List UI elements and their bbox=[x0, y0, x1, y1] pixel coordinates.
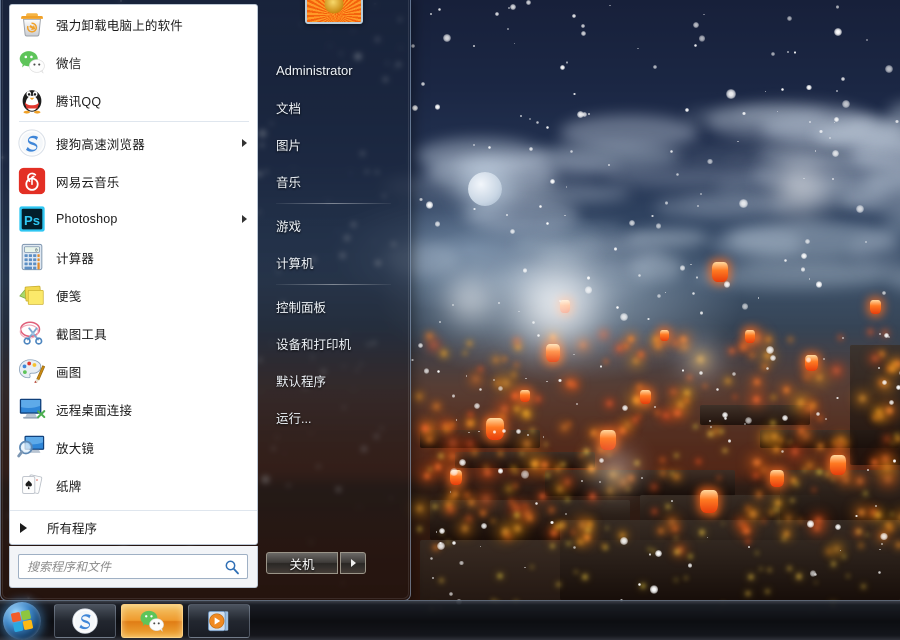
right-menu-separator bbox=[276, 284, 391, 285]
sogou-browser-icon bbox=[71, 607, 99, 635]
svg-text:Ps: Ps bbox=[24, 213, 40, 228]
solitaire-icon bbox=[17, 470, 47, 500]
program-item-5[interactable]: 网易云音乐 bbox=[10, 162, 257, 200]
all-programs-button[interactable]: 所有程序 bbox=[10, 510, 257, 544]
right-menu-item-label: 计算机 bbox=[276, 253, 314, 272]
right-menu-item-6[interactable]: 计算机 bbox=[266, 244, 403, 281]
wechat-icon bbox=[138, 607, 166, 635]
right-menu-list[interactable]: Administrator 文档图片音乐游戏计算机控制面板设备和打印机默认程序运行… bbox=[266, 52, 403, 436]
wechat-icon bbox=[17, 47, 47, 77]
start-menu[interactable]: 强力卸载电脑上的软件 微信 腾讯QQ 搜狗高速浏览器 网易云音乐 bbox=[0, 0, 411, 601]
menu-separator bbox=[19, 121, 249, 122]
right-menu-item-9[interactable]: 默认程序 bbox=[266, 362, 403, 399]
paint-icon bbox=[17, 356, 47, 386]
program-item-label: 截图工具 bbox=[56, 324, 107, 343]
right-menu-item-3[interactable]: 图片 bbox=[266, 126, 403, 163]
snipping-tool-icon bbox=[17, 318, 47, 348]
netease-music-icon bbox=[17, 166, 47, 196]
right-menu-item-label: 默认程序 bbox=[276, 371, 326, 390]
program-item-2[interactable]: 微信 bbox=[10, 43, 257, 81]
program-item-9[interactable]: 截图工具 bbox=[10, 314, 257, 352]
search-icon[interactable] bbox=[224, 559, 240, 575]
program-item-11[interactable]: 远程桌面连接 bbox=[10, 390, 257, 428]
right-menu-item-7[interactable]: 控制面板 bbox=[266, 288, 403, 325]
taskbar-button-1[interactable] bbox=[54, 604, 116, 638]
shutdown-label: 关机 bbox=[289, 554, 314, 573]
uninstall-bin-icon bbox=[17, 9, 47, 39]
chevron-right-icon bbox=[351, 559, 356, 567]
shutdown-options-button[interactable] bbox=[340, 552, 366, 574]
program-item-label: 纸牌 bbox=[56, 476, 81, 495]
svg-text:0: 0 bbox=[35, 247, 38, 253]
search-area bbox=[9, 546, 258, 588]
program-item-label: 画图 bbox=[56, 362, 81, 381]
start-menu-left-pane: 强力卸载电脑上的软件 微信 腾讯QQ 搜狗高速浏览器 网易云音乐 bbox=[9, 4, 258, 545]
right-menu-item-label: 设备和打印机 bbox=[276, 334, 351, 353]
windows-logo-icon bbox=[11, 609, 34, 632]
program-item-4[interactable]: 搜狗高速浏览器 bbox=[10, 124, 257, 162]
right-menu-item-label: Administrator bbox=[276, 63, 353, 78]
right-menu-item-4[interactable]: 音乐 bbox=[266, 163, 403, 200]
program-item-label: 远程桌面连接 bbox=[56, 400, 132, 419]
taskbar-buttons[interactable] bbox=[41, 604, 250, 638]
taskbar[interactable] bbox=[0, 600, 900, 640]
program-item-label: 便笺 bbox=[56, 286, 81, 305]
program-item-7[interactable]: 0 计算器 bbox=[10, 238, 257, 276]
media-player-icon bbox=[205, 607, 233, 635]
program-item-label: Photoshop bbox=[56, 212, 118, 226]
right-menu-item-label: 图片 bbox=[276, 135, 301, 154]
shutdown-button[interactable]: 关机 bbox=[266, 552, 338, 574]
right-menu-item-label: 文档 bbox=[276, 98, 301, 117]
program-item-label: 微信 bbox=[56, 53, 81, 72]
right-menu-item-1[interactable]: Administrator bbox=[266, 52, 403, 89]
magnifier-icon bbox=[17, 432, 47, 462]
right-menu-item-label: 控制面板 bbox=[276, 297, 326, 316]
right-menu-item-8[interactable]: 设备和打印机 bbox=[266, 325, 403, 362]
program-item-label: 网易云音乐 bbox=[56, 172, 120, 191]
taskbar-button-2[interactable] bbox=[121, 604, 183, 638]
program-item-12[interactable]: 放大镜 bbox=[10, 428, 257, 466]
taskbar-button-3[interactable] bbox=[188, 604, 250, 638]
submenu-arrow-icon[interactable] bbox=[242, 139, 247, 147]
photoshop-icon: Ps bbox=[17, 204, 47, 234]
right-menu-separator bbox=[276, 203, 391, 204]
user-avatar[interactable] bbox=[305, 0, 363, 24]
program-item-label: 搜狗高速浏览器 bbox=[56, 134, 145, 153]
program-item-6[interactable]: Ps Photoshop bbox=[10, 200, 257, 238]
program-item-label: 腾讯QQ bbox=[56, 91, 101, 110]
shutdown-area[interactable]: 关机 bbox=[266, 552, 366, 574]
program-item-13[interactable]: 纸牌 bbox=[10, 466, 257, 504]
submenu-arrow-icon[interactable] bbox=[242, 215, 247, 223]
right-menu-item-label: 音乐 bbox=[276, 172, 301, 191]
program-item-1[interactable]: 强力卸载电脑上的软件 bbox=[10, 5, 257, 43]
remote-desktop-icon bbox=[17, 394, 47, 424]
triangle-right-icon bbox=[20, 523, 27, 533]
search-input[interactable] bbox=[27, 560, 223, 574]
moon bbox=[468, 172, 502, 206]
program-item-3[interactable]: 腾讯QQ bbox=[10, 81, 257, 119]
sogou-browser-icon bbox=[17, 128, 47, 158]
all-programs-label: 所有程序 bbox=[47, 518, 97, 537]
right-menu-item-label: 游戏 bbox=[276, 216, 301, 235]
search-box[interactable] bbox=[18, 554, 248, 579]
start-orb[interactable] bbox=[3, 602, 41, 640]
program-item-8[interactable]: 便笺 bbox=[10, 276, 257, 314]
start-menu-right-pane: Administrator 文档图片音乐游戏计算机控制面板设备和打印机默认程序运行… bbox=[266, 0, 403, 536]
program-list[interactable]: 强力卸载电脑上的软件 微信 腾讯QQ 搜狗高速浏览器 网易云音乐 bbox=[10, 5, 257, 504]
right-menu-item-5[interactable]: 游戏 bbox=[266, 207, 403, 244]
qq-penguin-icon bbox=[17, 85, 47, 115]
right-menu-item-10[interactable]: 运行... bbox=[266, 399, 403, 436]
program-item-10[interactable]: 画图 bbox=[10, 352, 257, 390]
sticky-notes-icon bbox=[17, 280, 47, 310]
program-item-label: 强力卸载电脑上的软件 bbox=[56, 15, 183, 34]
right-menu-item-label: 运行... bbox=[276, 408, 311, 427]
program-item-label: 计算器 bbox=[56, 248, 94, 267]
right-menu-item-2[interactable]: 文档 bbox=[266, 89, 403, 126]
calculator-icon: 0 bbox=[17, 242, 47, 272]
program-item-label: 放大镜 bbox=[56, 438, 94, 457]
